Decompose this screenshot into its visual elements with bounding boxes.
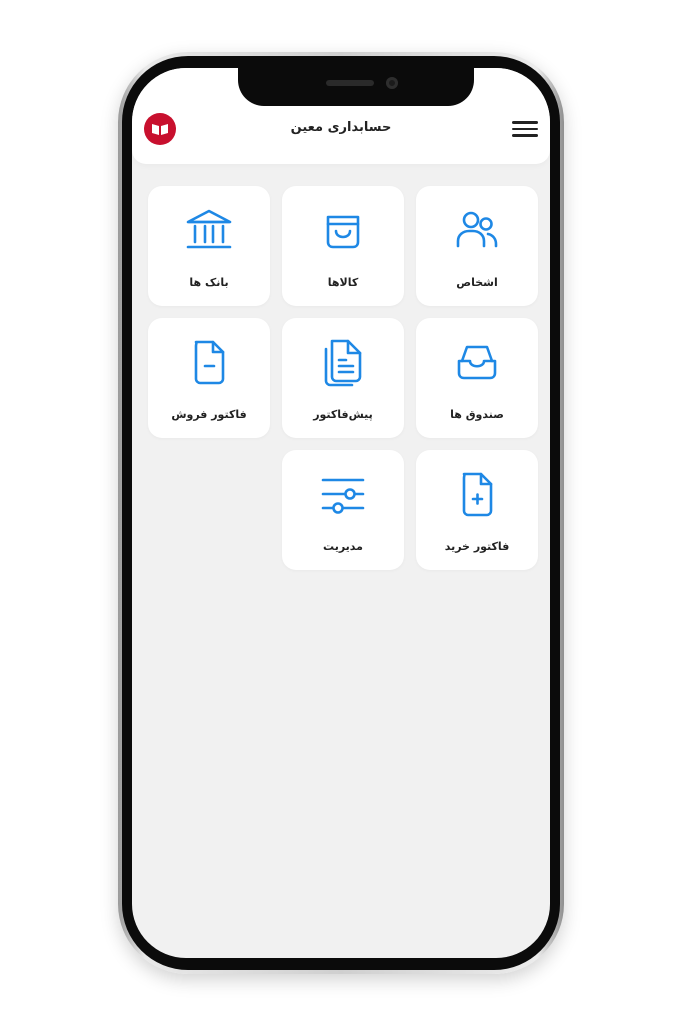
tile-cash-boxes[interactable]: صندوق ها <box>416 318 538 438</box>
documents-icon <box>317 336 369 388</box>
phone-frame: حسابداری معین اشخاص کالاها بانک ها صندوق… <box>118 52 564 974</box>
phone-bezel: حسابداری معین اشخاص کالاها بانک ها صندوق… <box>122 56 560 970</box>
tile-label: صندوق ها <box>450 408 504 421</box>
book-logo-icon[interactable] <box>144 113 176 145</box>
tile-management[interactable]: مدیریت <box>282 450 404 570</box>
tile-label: کالاها <box>327 276 359 289</box>
tile-banks[interactable]: بانک ها <box>148 186 270 306</box>
tile-label: پیش‌فاکتور <box>313 408 373 421</box>
page-title: حسابداری معین <box>290 120 392 135</box>
tile-label: مدیریت <box>323 540 363 553</box>
tile-purchase-invoice[interactable]: فاکتور خرید <box>416 450 538 570</box>
shopping-bag-icon <box>317 204 369 256</box>
bank-icon <box>183 204 235 256</box>
tile-label: اشخاص <box>456 276 498 289</box>
app-screen: حسابداری معین اشخاص کالاها بانک ها صندوق… <box>132 68 550 958</box>
tile-pre-invoice[interactable]: پیش‌فاکتور <box>282 318 404 438</box>
sliders-icon <box>317 468 369 520</box>
tile-label: فاکتور خرید <box>444 540 510 553</box>
tile-label: فاکتور فروش <box>171 408 247 421</box>
camera <box>386 77 398 89</box>
tile-goods[interactable]: کالاها <box>282 186 404 306</box>
tile-people[interactable]: اشخاص <box>416 186 538 306</box>
menu-grid: اشخاص کالاها <box>148 186 538 570</box>
file-plus-icon <box>451 468 503 520</box>
speaker <box>326 80 374 86</box>
notch <box>238 68 474 106</box>
tile-sales-invoice[interactable]: فاکتور فروش <box>148 318 270 438</box>
file-minus-icon <box>183 336 235 388</box>
inbox-tray-icon <box>451 336 503 388</box>
tile-label: بانک ها <box>189 276 229 289</box>
users-icon <box>451 204 503 256</box>
hamburger-menu-icon[interactable] <box>512 118 538 140</box>
